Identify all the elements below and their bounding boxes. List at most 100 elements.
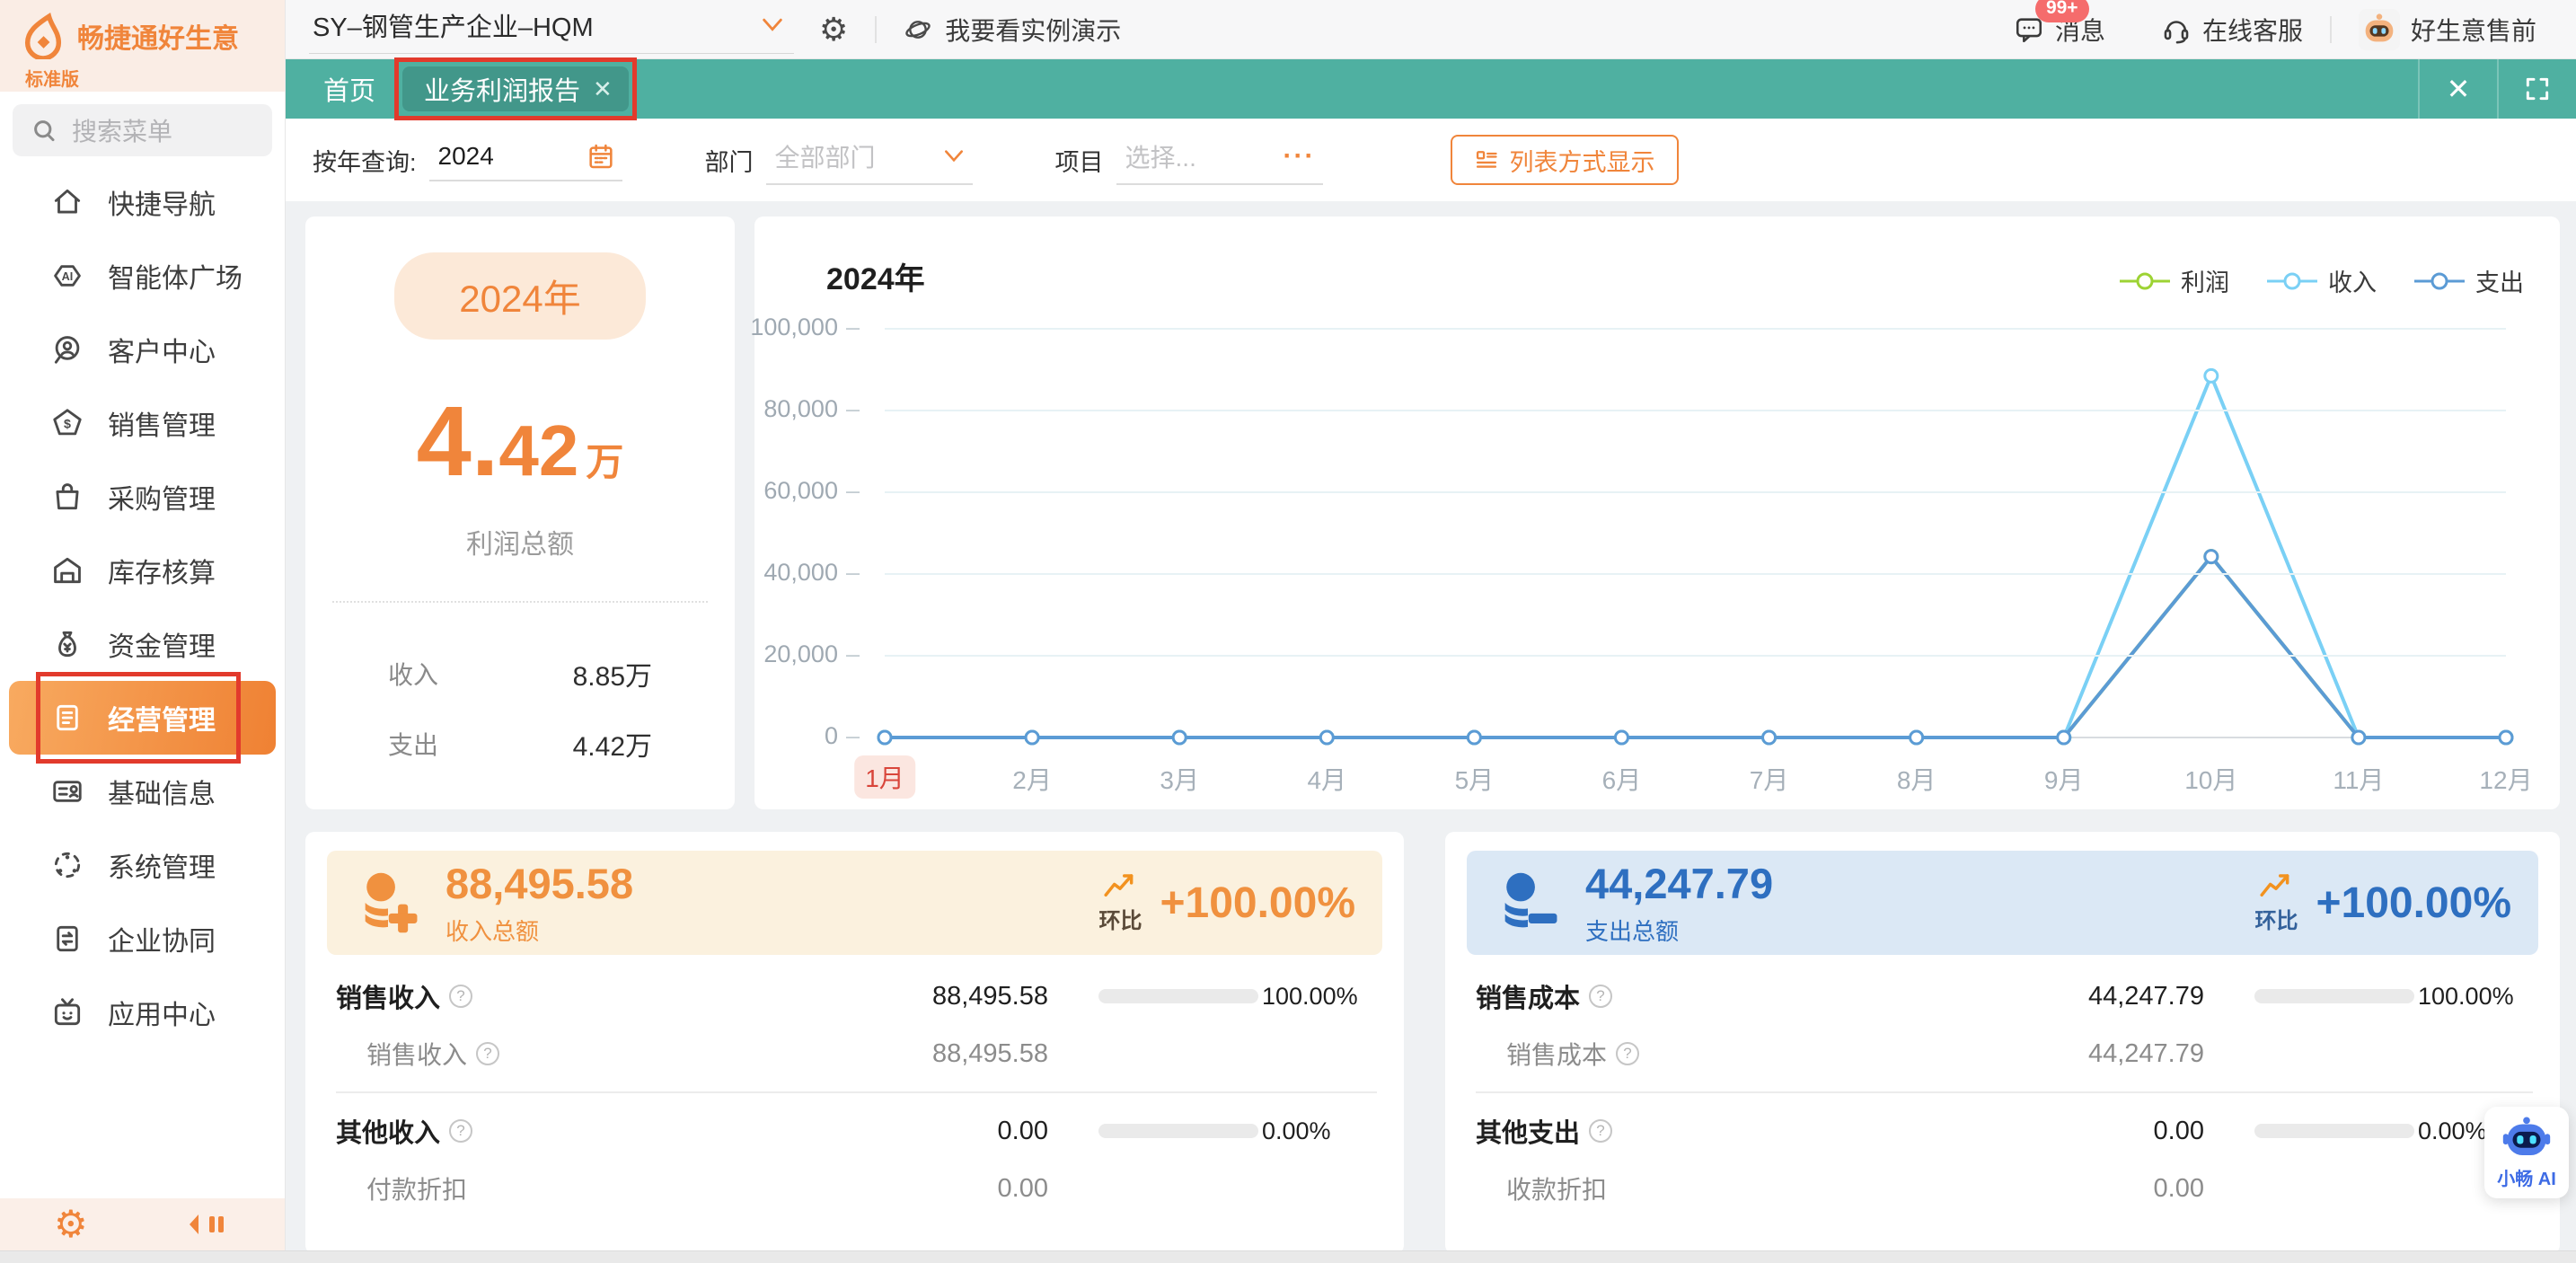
chart-plot-area[interactable] <box>885 329 2506 737</box>
brand-title: 畅捷通好生意 <box>77 16 239 56</box>
demo-link[interactable]: 我要看实例演示 <box>904 12 1121 48</box>
legend-item-profit[interactable]: 利润 <box>2120 263 2229 298</box>
sidebar-item-operations[interactable]: 经营管理 <box>9 681 276 755</box>
dotted-divider <box>332 601 708 603</box>
expense-total-label: 支出总额 <box>1585 914 1773 947</box>
account-settings-gear-icon[interactable]: ⚙ <box>819 11 848 49</box>
tab-business-profit-report[interactable]: 业务利润报告 ✕ <box>402 66 629 111</box>
x-axis-month-label: 10月 <box>2184 761 2237 797</box>
progress-bar <box>1098 1124 1258 1138</box>
tab-home[interactable]: 首页 <box>323 70 375 108</box>
sidebar-item-inventory[interactable]: 库存核算 <box>0 534 285 607</box>
clipboard-icon <box>50 701 84 735</box>
ai-assistant-button[interactable]: 小畅 AI <box>2484 1107 2569 1198</box>
x-axis-month-label: 12月 <box>2479 761 2532 797</box>
table-divider <box>1476 1091 2533 1093</box>
expense-total: 44,247.79 <box>1585 859 1773 908</box>
help-icon[interactable]: ? <box>476 1042 499 1065</box>
tabbar-actions: ✕ <box>2418 59 2576 119</box>
gridline <box>885 655 2506 657</box>
y-axis-tick-label: 80,000 <box>763 395 860 423</box>
main-content: 2024年 4.42万 利润总额 收入 8.85万 支出 4.42万 <box>286 201 2576 1250</box>
sidebar-item-basic-info[interactable]: 基础信息 <box>0 755 285 828</box>
coins-plus-icon <box>354 869 422 937</box>
sidebar-item-ai-plaza[interactable]: AI 智能体广场 <box>0 239 285 313</box>
gridline <box>885 410 2506 411</box>
sidebar-item-collaboration[interactable]: 企业协同 <box>0 902 285 976</box>
progress-bar <box>2254 989 2414 1003</box>
tab-bar: 首页 业务利润报告 ✕ ✕ <box>286 59 2576 119</box>
sidebar-item-sales[interactable]: $ 销售管理 <box>0 386 285 460</box>
company-name: SY–钢管生产企业–HQM <box>313 6 594 44</box>
tab-close-icon[interactable]: ✕ <box>593 75 613 103</box>
online-support-button[interactable]: 在线客服 <box>2161 12 2303 48</box>
search-placeholder: 搜索菜单 <box>72 112 172 148</box>
profit-total-label: 利润总额 <box>305 522 735 561</box>
legend-item-expense[interactable]: 支出 <box>2414 263 2524 298</box>
sidebar-item-purchasing[interactable]: 采购管理 <box>0 460 285 534</box>
svg-text:AI: AI <box>62 270 74 283</box>
list-view-button[interactable]: 列表方式显示 <box>1451 135 1679 185</box>
table-row: 销售成本? 44,247.79 100.00% <box>1476 967 2533 1025</box>
y-axis-tick-label: 20,000 <box>763 640 860 668</box>
topbar: SY–钢管生产企业–HQM ⚙ 我要看实例演示 消息 99+ <box>286 0 2576 59</box>
income-detail-card: 88,495.58 收入总额 环比 +100.00% <box>305 832 1404 1250</box>
sidebar-item-customer-center[interactable]: 客户中心 <box>0 313 285 386</box>
help-icon[interactable]: ? <box>449 985 472 1008</box>
demo-globe-icon <box>904 15 932 44</box>
sidebar-item-funds[interactable]: 资金管理 <box>0 607 285 681</box>
messages-button[interactable]: 消息 99+ <box>2014 12 2105 48</box>
help-icon[interactable]: ? <box>1589 1119 1612 1143</box>
headset-icon <box>2161 14 2192 45</box>
income-total-label: 收入总额 <box>446 914 633 947</box>
horizontal-scrollbar[interactable] <box>0 1250 2576 1263</box>
legend-item-income[interactable]: 收入 <box>2267 263 2377 298</box>
project-select[interactable]: 选择... ··· <box>1116 135 1323 185</box>
sidebar-item-system[interactable]: 系统管理 <box>0 828 285 902</box>
close-all-tabs-icon[interactable]: ✕ <box>2420 59 2497 119</box>
brand-logo-icon <box>20 13 66 59</box>
collapse-sidebar-icon[interactable] <box>188 1211 227 1238</box>
profit-total-amount: 4.42万 <box>305 384 735 499</box>
ai-hexagon-icon: AI <box>50 259 84 293</box>
shopping-bag-icon <box>50 480 84 514</box>
chevron-down-icon <box>942 148 966 164</box>
x-axis-month-label: 7月 <box>1750 761 1789 797</box>
collaboration-icon <box>50 922 84 956</box>
calendar-icon <box>587 142 615 171</box>
year-input[interactable]: 2024 <box>429 138 622 181</box>
topbar-divider <box>875 16 877 43</box>
department-select[interactable]: 全部部门 <box>766 135 973 185</box>
trend-up-icon <box>1103 872 1137 899</box>
menu-search-input[interactable]: 搜索菜单 <box>13 104 272 156</box>
fullscreen-icon[interactable] <box>2499 59 2576 119</box>
home-icon <box>50 185 84 219</box>
app-center-icon <box>50 995 84 1029</box>
warehouse-icon <box>50 553 84 587</box>
sidebar-item-quick-nav[interactable]: 快捷导航 <box>0 165 285 239</box>
x-axis-month-label: 8月 <box>1897 761 1936 797</box>
help-icon[interactable]: ? <box>1616 1042 1639 1065</box>
department-filter: 部门 全部部门 <box>705 135 973 185</box>
help-icon[interactable]: ? <box>1589 985 1612 1008</box>
settings-gear-icon[interactable]: ⚙ <box>54 1206 88 1243</box>
x-axis-month-label: 3月 <box>1160 761 1199 797</box>
help-icon[interactable]: ? <box>449 1119 472 1143</box>
ai-assistant-label: 小畅 AI <box>2497 1164 2556 1190</box>
ellipsis-icon: ··· <box>1284 141 1316 172</box>
sidebar-item-app-center[interactable]: 应用中心 <box>0 976 285 1049</box>
list-view-icon <box>1474 147 1499 172</box>
y-axis-tick-label: 60,000 <box>763 477 860 505</box>
mom-label: 环比 <box>2254 903 2298 934</box>
profit-income-row: 收入 8.85万 <box>388 639 652 709</box>
expense-detail-card: 44,247.79 支出总额 环比 +100.00% <box>1445 832 2560 1250</box>
trend-up-icon <box>2259 872 2293 899</box>
chevron-down-icon <box>760 16 785 34</box>
user-menu[interactable]: 好生意售前 <box>2359 9 2536 50</box>
company-selector[interactable]: SY–钢管生产企业–HQM <box>309 4 794 54</box>
money-bag-icon <box>50 627 84 661</box>
filter-bar: 按年查询: 2024 部门 全部部门 项目 选择... ··· <box>286 119 2576 201</box>
messages-count-badge: 99+ <box>2035 0 2089 22</box>
gridline <box>885 328 2506 330</box>
income-total: 88,495.58 <box>446 859 633 908</box>
